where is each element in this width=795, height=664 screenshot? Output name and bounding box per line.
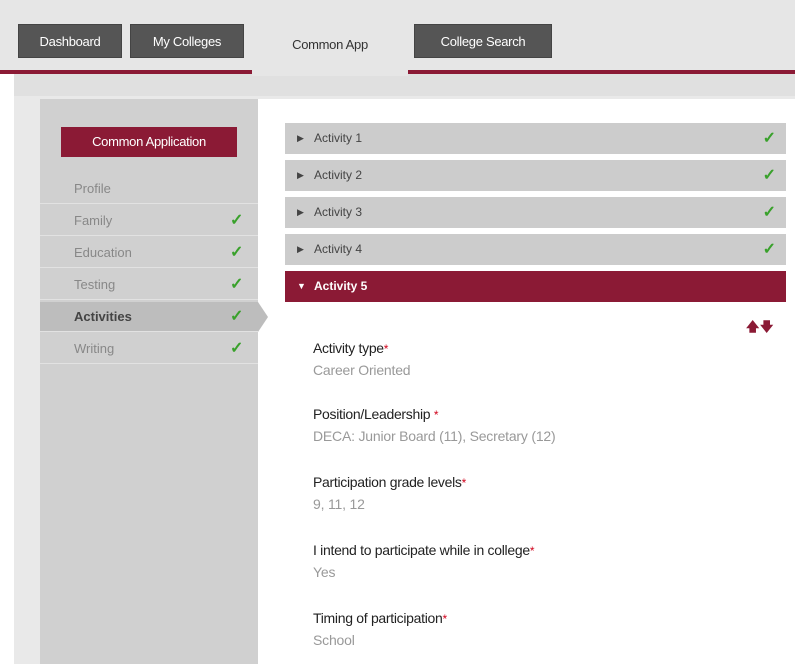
accordion-label: Activity 1 (314, 131, 363, 145)
tab-my-colleges-label: My Colleges (152, 34, 222, 49)
tab-college-search[interactable]: College Search (414, 24, 552, 58)
required-marker: * (433, 408, 439, 422)
sidebar-item-label: Writing (74, 341, 115, 356)
check-icon: ✓ (762, 130, 776, 147)
move-up-icon[interactable]: 🡅 (746, 318, 759, 340)
active-pointer-icon (258, 302, 268, 332)
field-label-intend-in-college: I intend to participate while in college… (313, 542, 535, 558)
accordion-label: Activity 5 (314, 279, 368, 293)
check-icon: ✓ (762, 204, 776, 221)
tab-college-search-label: College Search (440, 34, 526, 49)
sidebar-item-profile[interactable]: Profile (40, 174, 258, 204)
sidebar-item-label: Education (74, 245, 132, 260)
sidebar-item-education[interactable]: Education ✓ (40, 238, 258, 268)
common-application-label: Common Application (92, 134, 206, 149)
required-marker: * (461, 476, 467, 490)
accordion-activity-4[interactable]: ▶ Activity 4 ✓ (285, 234, 786, 265)
required-marker: * (529, 544, 535, 558)
move-down-icon[interactable]: 🡇 (760, 318, 773, 340)
sidebar-item-label: Testing (74, 277, 116, 292)
accordion-activity-2[interactable]: ▶ Activity 2 ✓ (285, 160, 786, 191)
main-panel-top-strip (14, 74, 795, 96)
sidebar-item-writing[interactable]: Writing ✓ (40, 334, 258, 364)
check-icon: ✓ (230, 308, 244, 325)
field-label-position-leadership: Position/Leadership * (313, 406, 439, 422)
check-icon: ✓ (762, 241, 776, 258)
required-marker: * (383, 342, 389, 356)
required-marker: * (442, 612, 448, 626)
accordion-activity-3[interactable]: ▶ Activity 3 ✓ (285, 197, 786, 228)
sidebar-item-label: Family (74, 213, 113, 228)
field-value-intend-in-college: Yes (313, 564, 336, 580)
check-icon: ✓ (762, 167, 776, 184)
tab-my-colleges[interactable]: My Colleges (130, 24, 244, 58)
expand-arrow-icon: ▶ (297, 170, 304, 180)
accordion-label: Activity 3 (314, 205, 363, 219)
expand-arrow-icon: ▶ (297, 207, 304, 217)
common-application-button[interactable]: Common Application (61, 127, 237, 157)
check-icon: ✓ (230, 340, 244, 357)
sidebar-item-family[interactable]: Family ✓ (40, 206, 258, 236)
sidebar-item-activities[interactable]: Activities ✓ (40, 302, 268, 332)
tab-common-app-label: Common App (292, 37, 368, 52)
accordion-label: Activity 2 (314, 168, 363, 182)
sidebar-item-label: Activities (74, 309, 132, 324)
sidebar-item-label: Profile (74, 181, 111, 196)
field-value-activity-type: Career Oriented (313, 362, 411, 378)
tab-dashboard-label: Dashboard (39, 34, 101, 49)
tab-dashboard[interactable]: Dashboard (18, 24, 122, 58)
field-label-activity-type: Activity type* (313, 340, 389, 356)
field-value-grade-levels: 9, 11, 12 (313, 496, 365, 512)
accordion-label: Activity 4 (314, 242, 363, 256)
field-value-timing: School (313, 632, 355, 648)
check-icon: ✓ (230, 244, 244, 261)
expand-arrow-icon: ▶ (297, 244, 304, 254)
accordion-activity-5[interactable]: ▼ Activity 5 (285, 271, 786, 302)
tab-common-app[interactable]: Common App (252, 14, 408, 76)
check-icon: ✓ (230, 276, 244, 293)
field-label-timing: Timing of participation* (313, 610, 447, 626)
check-icon: ✓ (230, 212, 244, 229)
expand-arrow-icon: ▶ (297, 133, 304, 143)
field-label-grade-levels: Participation grade levels* (313, 474, 466, 490)
collapse-arrow-icon: ▼ (297, 281, 306, 291)
accordion-activity-1[interactable]: ▶ Activity 1 ✓ (285, 123, 786, 154)
sidebar-item-testing[interactable]: Testing ✓ (40, 270, 258, 300)
field-value-position-leadership: DECA: Junior Board (11), Secretary (12) (313, 428, 556, 444)
